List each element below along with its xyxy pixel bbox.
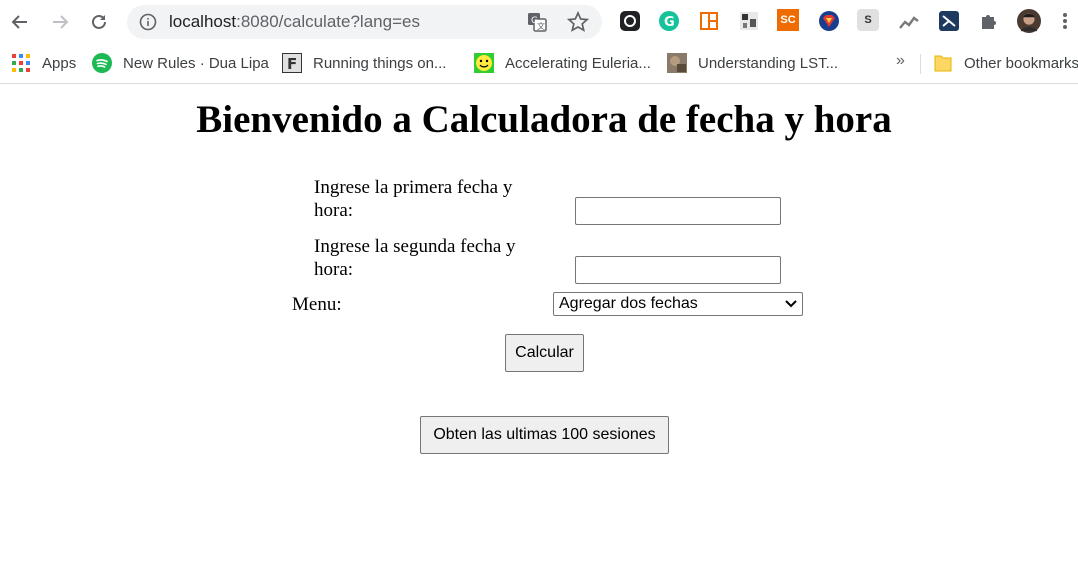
forward-button[interactable] [46, 8, 74, 36]
folder-icon [933, 53, 953, 73]
first-date-input[interactable] [575, 197, 781, 225]
pixel-extension-icon[interactable] [737, 9, 761, 33]
sc-extension-icon[interactable]: SC [777, 9, 799, 31]
extensions-puzzle-icon[interactable] [977, 9, 1001, 33]
forward-arrow-icon [53, 15, 69, 29]
chart-extension-icon[interactable] [897, 9, 921, 33]
bookmark-label: Accelerating Euleria... [505, 54, 651, 72]
first-date-label-line1: Ingrese la primera fecha y [314, 177, 513, 198]
back-arrow-icon [11, 15, 27, 29]
chevron-down-icon [785, 300, 797, 308]
superhero-extension-icon[interactable] [817, 9, 841, 33]
svg-text:文: 文 [537, 21, 545, 31]
second-date-input[interactable] [575, 256, 781, 284]
reload-button[interactable] [85, 8, 113, 36]
sessions-button[interactable]: Obten las ultimas 100 sesiones [420, 416, 669, 454]
info-icon[interactable] [139, 13, 157, 31]
bookmarks-divider [920, 54, 921, 74]
second-date-label-line2: hora: [314, 259, 354, 280]
bookmarks-overflow-button[interactable]: » [896, 52, 905, 70]
bookmark-label: Running things on... [313, 54, 447, 72]
menu-label: Menu: [292, 294, 342, 315]
bookmark-understanding-lst[interactable]: Understanding LST... [667, 52, 838, 74]
svg-text:F: F [287, 55, 297, 73]
address-bar[interactable]: localhost:8080/calculate?lang=es G文 [127, 5, 602, 39]
apps-grid-icon [11, 53, 31, 73]
second-date-label-line1: Ingrese la segunda fecha y [314, 236, 516, 257]
menu-select[interactable]: Agregar dos fechas [553, 292, 803, 316]
first-date-label: Ingrese la primera fecha y hora: [314, 176, 512, 222]
s-extension-icon[interactable]: S [857, 9, 879, 31]
url-path: :8080/calculate?lang=es [236, 12, 420, 31]
bookmark-new-rules[interactable]: New Rules · Dua Lipa [92, 52, 269, 74]
image-favicon-icon [667, 53, 687, 73]
browser-menu-icon[interactable] [1058, 9, 1072, 33]
spotify-icon [92, 53, 112, 73]
url-host: localhost [169, 12, 237, 31]
second-date-label: Ingrese la segunda fecha y hora: [314, 235, 516, 281]
bookmark-star-icon[interactable] [567, 11, 589, 33]
bookmark-label: Understanding LST... [698, 54, 839, 72]
other-bookmarks-folder[interactable]: Other bookmarks [933, 52, 1078, 74]
bookmark-label: Apps [42, 54, 77, 72]
bookmark-accelerating[interactable]: Accelerating Euleria... [474, 52, 651, 74]
extension-tab-icon[interactable] [618, 9, 642, 33]
smiley-favicon-icon [474, 53, 494, 73]
dark-extension-icon[interactable] [937, 9, 961, 33]
calculate-button[interactable]: Calcular [505, 334, 584, 372]
other-bookmarks-label: Other bookmarks [964, 54, 1078, 72]
grammarly-icon[interactable]: G [657, 9, 681, 33]
first-date-label-line2: hora: [314, 200, 354, 221]
bookmark-apps[interactable]: Apps [11, 52, 76, 74]
bookmark-running-things[interactable]: F Running things on... [282, 52, 446, 74]
bookmarks-bar: Apps New Rules · Dua Lipa F Running thin… [0, 44, 1078, 84]
url-text: localhost:8080/calculate?lang=es [169, 12, 420, 32]
layout-extension-icon[interactable] [697, 9, 721, 33]
page-content: Bienvenido a Calculadora de fecha y hora… [0, 85, 1078, 575]
menu-selected-value: Agregar dos fechas [559, 295, 698, 312]
f-favicon-icon: F [282, 53, 302, 73]
back-button[interactable] [6, 8, 34, 36]
page-title: Bienvenido a Calculadora de fecha y hora [196, 98, 892, 141]
svg-text:G: G [664, 15, 675, 30]
reload-icon [92, 14, 106, 29]
browser-toolbar: localhost:8080/calculate?lang=es G文 G SC… [0, 0, 1078, 44]
bookmark-label: New Rules · Dua Lipa [123, 54, 269, 72]
profile-avatar[interactable] [1017, 9, 1041, 33]
translate-icon[interactable]: G文 [527, 12, 547, 32]
